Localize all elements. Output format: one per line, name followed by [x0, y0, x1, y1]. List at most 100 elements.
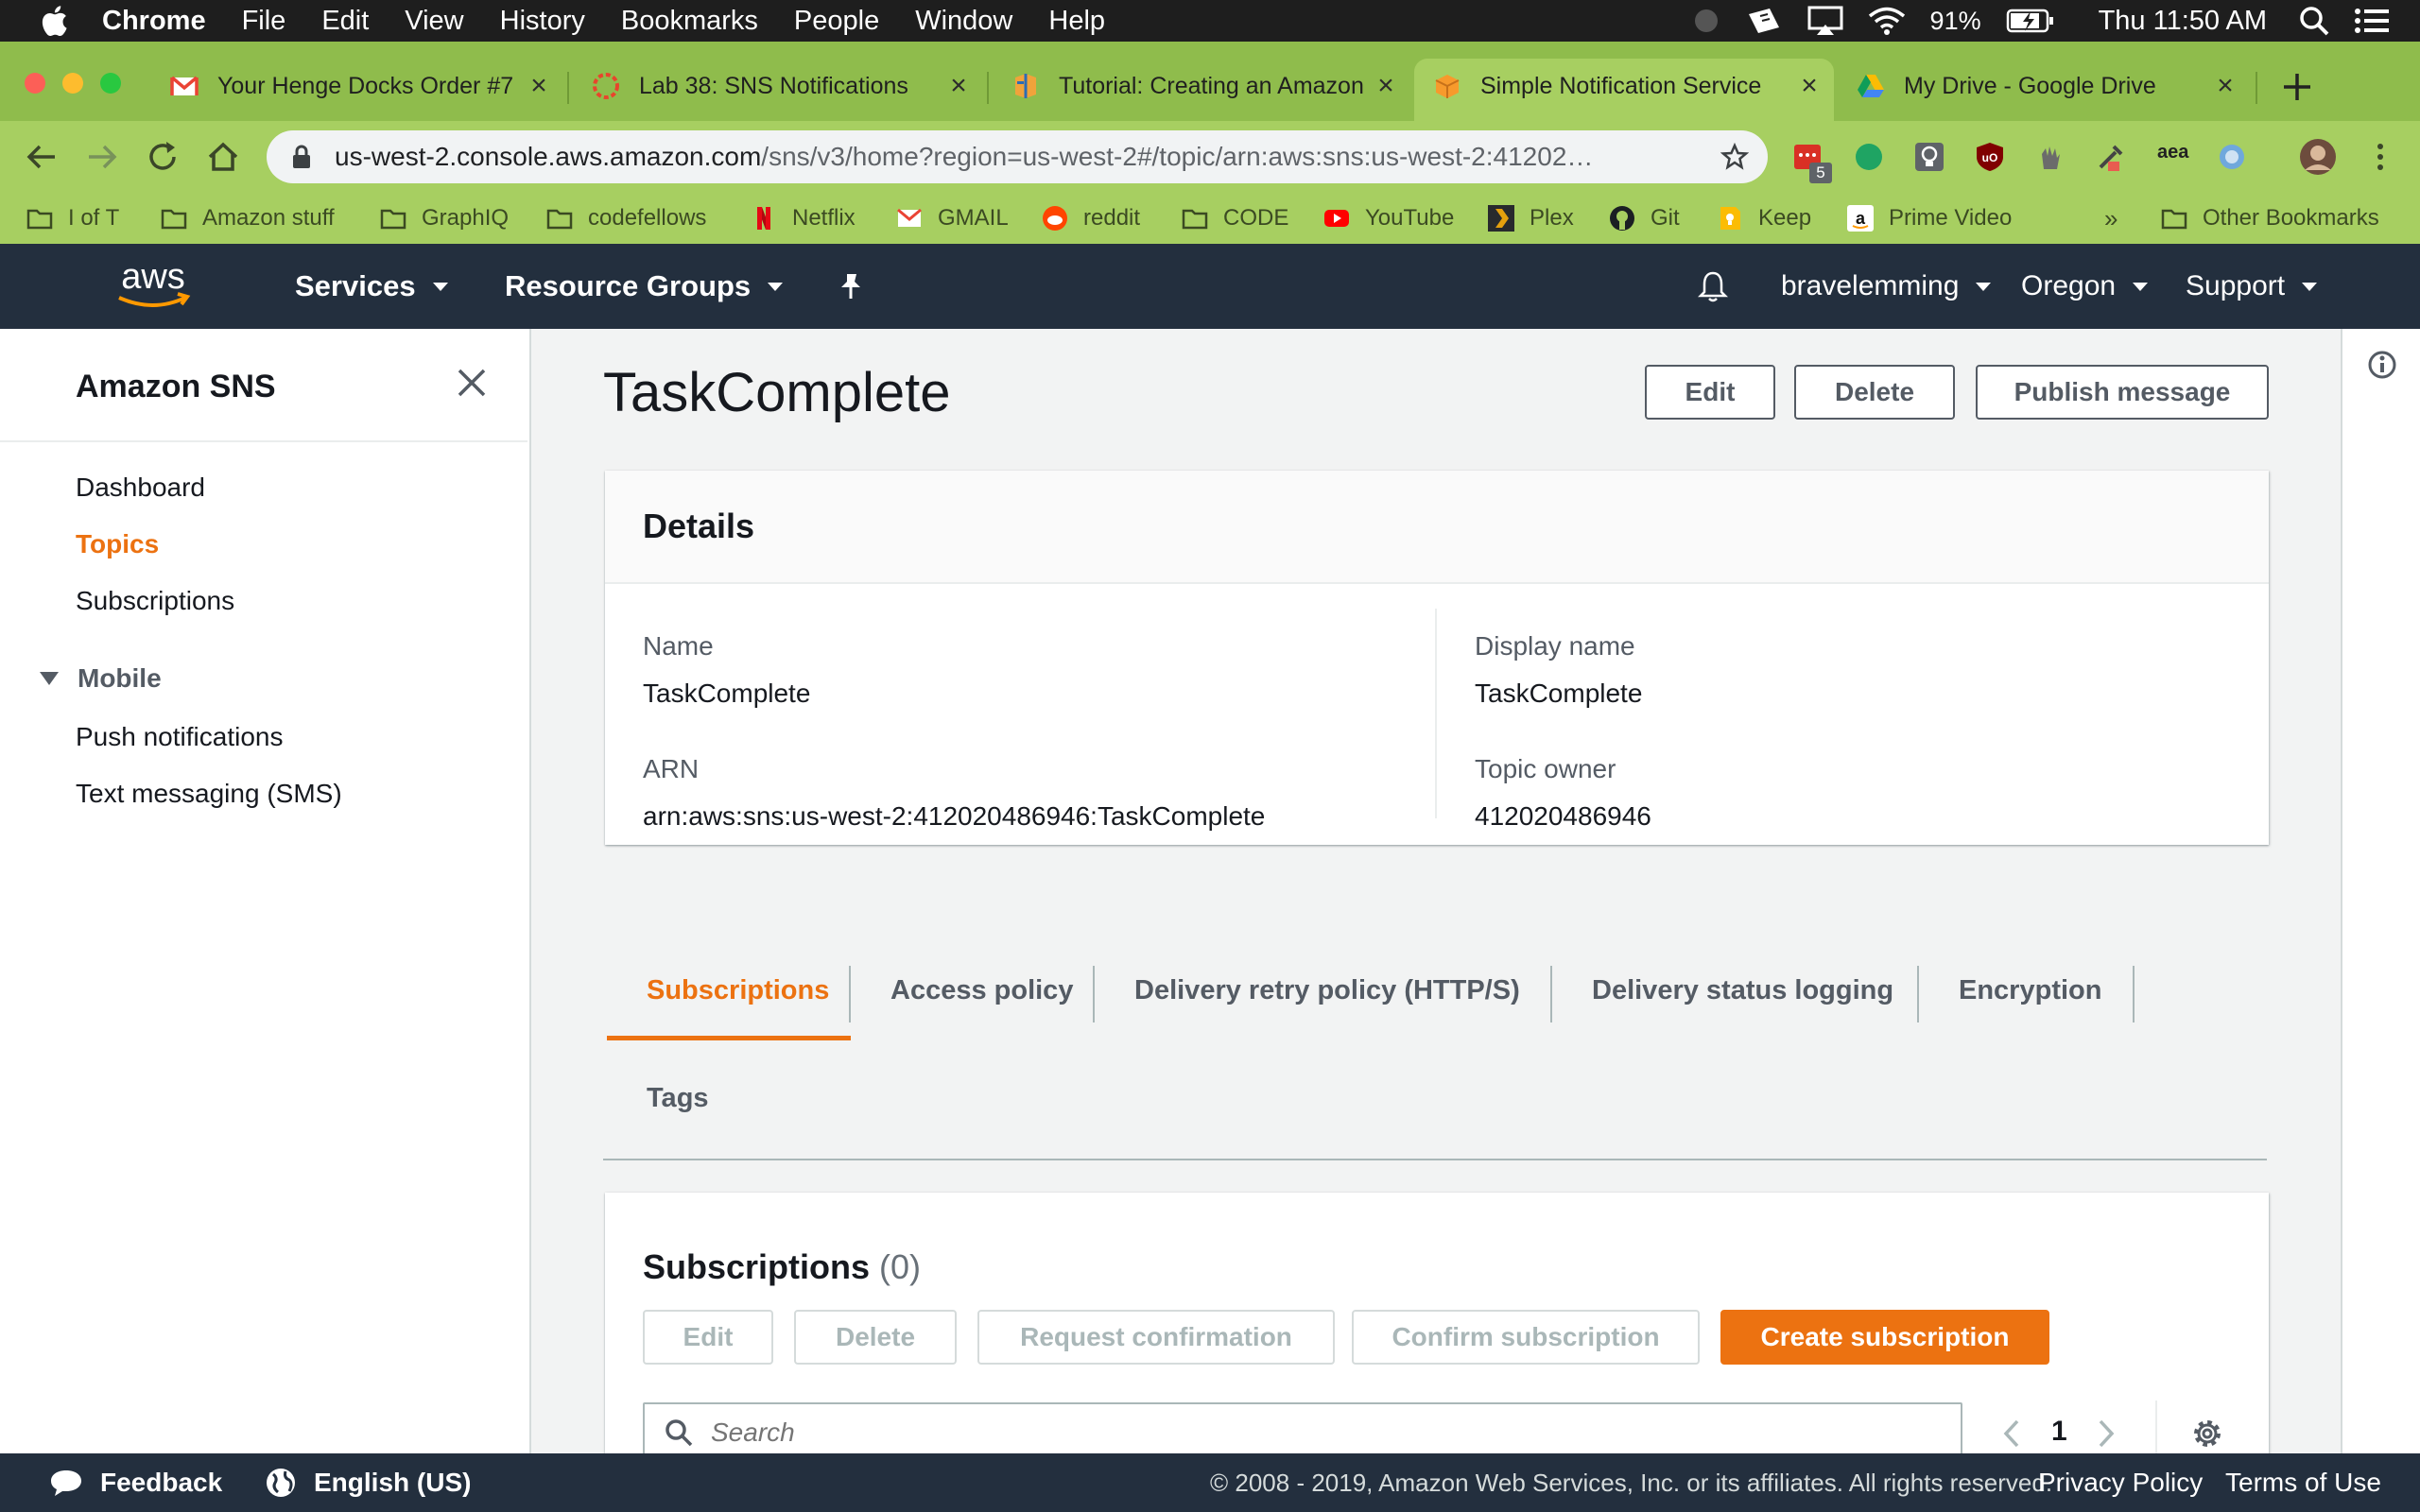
address-bar[interactable]: us-west-2.console.aws.amazon.com/sns/v3/… — [267, 130, 1768, 183]
delete-topic-button[interactable]: Delete — [1794, 365, 1955, 420]
bookmark-item[interactable]: I of T — [26, 202, 119, 234]
edit-topic-button[interactable]: Edit — [1645, 365, 1775, 420]
back-icon[interactable] — [23, 138, 60, 176]
tab-close-icon[interactable]: × — [1371, 70, 1401, 102]
new-tab-icon[interactable] — [2280, 70, 2314, 104]
bookmark-item[interactable]: Plex — [1488, 202, 1574, 234]
menu-history[interactable]: History — [500, 6, 585, 37]
bookmark-item[interactable]: Netflix — [751, 202, 856, 234]
browser-tab[interactable]: Tutorial: Creating an Amazon × — [993, 59, 1410, 113]
menu-help[interactable]: Help — [1048, 6, 1105, 37]
sidebar-section-mobile[interactable]: Mobile — [40, 663, 162, 694]
search-input[interactable] — [709, 1417, 1942, 1449]
tab-delivery-retry-policy[interactable]: Delivery retry policy (HTTP/S) — [1095, 943, 1552, 1038]
bookmark-item[interactable]: CODE — [1182, 202, 1288, 234]
bookmarks-overflow-button[interactable]: » — [2104, 202, 2118, 234]
bookmark-item[interactable]: GraphIQ — [380, 202, 509, 234]
reload-icon[interactable] — [144, 138, 182, 176]
resource-groups-menu[interactable]: Resource Groups — [505, 244, 784, 329]
create-subscription-button[interactable]: Create subscription — [1720, 1310, 2049, 1365]
menu-app-chrome[interactable]: Chrome — [102, 6, 206, 37]
battery-charging-icon[interactable] — [2006, 8, 2055, 34]
browser-tab[interactable]: Your Henge Docks Order #7 × — [151, 59, 563, 113]
menu-people[interactable]: People — [794, 6, 879, 37]
sidebar-item-text-messaging[interactable]: Text messaging (SMS) — [76, 779, 342, 809]
support-menu[interactable]: Support — [2186, 244, 2318, 329]
bookmark-item[interactable]: a Prime Video — [1847, 202, 2012, 234]
browser-tab[interactable]: My Drive - Google Drive × — [1838, 59, 2250, 113]
tab-close-icon[interactable]: × — [943, 70, 974, 102]
close-sidenav-icon[interactable] — [456, 367, 488, 399]
info-icon[interactable] — [2367, 350, 2397, 380]
menu-window[interactable]: Window — [915, 6, 1012, 37]
tab-encryption[interactable]: Encryption — [1919, 943, 2135, 1038]
pagination-prev-icon[interactable] — [2000, 1418, 2023, 1450]
publish-message-button[interactable]: Publish message — [1976, 365, 2269, 420]
bell-icon[interactable] — [1698, 244, 1728, 329]
airplay-icon[interactable] — [1807, 6, 1843, 36]
preferences-gear-icon[interactable] — [2191, 1418, 2223, 1450]
tab-close-icon[interactable]: × — [1794, 70, 1824, 102]
menu-edit[interactable]: Edit — [321, 6, 369, 37]
region-menu[interactable]: Oregon — [2021, 244, 2149, 329]
ticket-icon[interactable] — [1745, 7, 1783, 35]
sidebar-item-subscriptions[interactable]: Subscriptions — [76, 586, 234, 616]
bookmark-star-icon[interactable] — [1720, 143, 1749, 171]
feedback-link[interactable]: Feedback — [49, 1453, 222, 1512]
bookmark-item[interactable]: Amazon stuff — [161, 202, 335, 234]
extension-swirl-icon[interactable] — [2216, 141, 2248, 173]
bookmark-item[interactable]: YouTube — [1323, 202, 1454, 234]
terms-of-use-link[interactable]: Terms of Use — [2225, 1453, 2381, 1512]
window-close-button[interactable] — [25, 73, 45, 94]
search-field[interactable] — [643, 1402, 1962, 1453]
services-menu[interactable]: Services — [295, 244, 448, 329]
lock-icon[interactable] — [291, 144, 312, 170]
account-menu[interactable]: bravelemming — [1781, 244, 1992, 329]
wifi-icon[interactable] — [1868, 6, 1906, 36]
aws-logo[interactable]: aws — [112, 244, 195, 329]
extension-green-circle-icon[interactable] — [1853, 141, 1885, 173]
pin-icon[interactable] — [838, 244, 864, 329]
bookmark-item[interactable]: reddit — [1042, 202, 1140, 234]
bookmark-item[interactable]: codefellows — [546, 202, 706, 234]
extension-eyedropper-icon[interactable] — [2095, 141, 2127, 173]
window-minimize-button[interactable] — [62, 73, 83, 94]
menu-view[interactable]: View — [405, 6, 463, 37]
tab-delivery-status-logging[interactable]: Delivery status logging — [1552, 943, 1919, 1038]
tab-tags[interactable]: Tags — [607, 1051, 749, 1145]
menu-bookmarks[interactable]: Bookmarks — [621, 6, 758, 37]
privacy-policy-link[interactable]: Privacy Policy — [2038, 1453, 2203, 1512]
sidebar-item-topics[interactable]: Topics — [76, 529, 159, 559]
extension-aea[interactable]: aea — [2157, 142, 2188, 163]
request-confirmation-button[interactable]: Request confirmation — [977, 1310, 1335, 1365]
menu-bar-clock[interactable]: Thu 11:50 AM — [2099, 6, 2267, 37]
tab-close-icon[interactable]: × — [2210, 70, 2240, 102]
edit-subscription-button[interactable]: Edit — [643, 1310, 773, 1365]
browser-tab[interactable]: Lab 38: SNS Notifications × — [573, 59, 983, 113]
language-selector[interactable]: English (US) — [265, 1453, 471, 1512]
bookmark-item[interactable]: Git — [1609, 202, 1680, 234]
home-icon[interactable] — [204, 138, 242, 176]
confirm-subscription-button[interactable]: Confirm subscription — [1352, 1310, 1700, 1365]
sidebar-item-dashboard[interactable]: Dashboard — [76, 472, 205, 503]
notification-center-icon[interactable] — [2354, 7, 2390, 35]
bookmark-item[interactable]: Keep — [1717, 202, 1811, 234]
extension-hand-icon[interactable] — [2034, 141, 2066, 173]
tab-access-policy[interactable]: Access policy — [851, 943, 1095, 1038]
forward-icon[interactable] — [83, 138, 121, 176]
delete-subscription-button[interactable]: Delete — [794, 1310, 957, 1365]
sidebar-item-push-notifications[interactable]: Push notifications — [76, 722, 283, 752]
apple-icon[interactable] — [40, 5, 68, 37]
pagination-next-icon[interactable] — [2095, 1418, 2118, 1450]
notification-dot-icon[interactable] — [1692, 7, 1720, 35]
other-bookmarks[interactable]: Other Bookmarks — [2161, 202, 2379, 234]
tab-subscriptions[interactable]: Subscriptions — [607, 943, 851, 1038]
pagination-page-number[interactable]: 1 — [2051, 1416, 2067, 1448]
extension-lightbulb-icon[interactable] — [1913, 141, 1945, 173]
menu-file[interactable]: File — [242, 6, 286, 37]
bookmark-item[interactable]: GMAIL — [896, 202, 1009, 234]
spotlight-search-icon[interactable] — [2299, 6, 2329, 36]
window-zoom-button[interactable] — [100, 73, 121, 94]
profile-avatar[interactable] — [2299, 138, 2337, 176]
browser-tab-active[interactable]: Simple Notification Service × — [1414, 59, 1834, 121]
